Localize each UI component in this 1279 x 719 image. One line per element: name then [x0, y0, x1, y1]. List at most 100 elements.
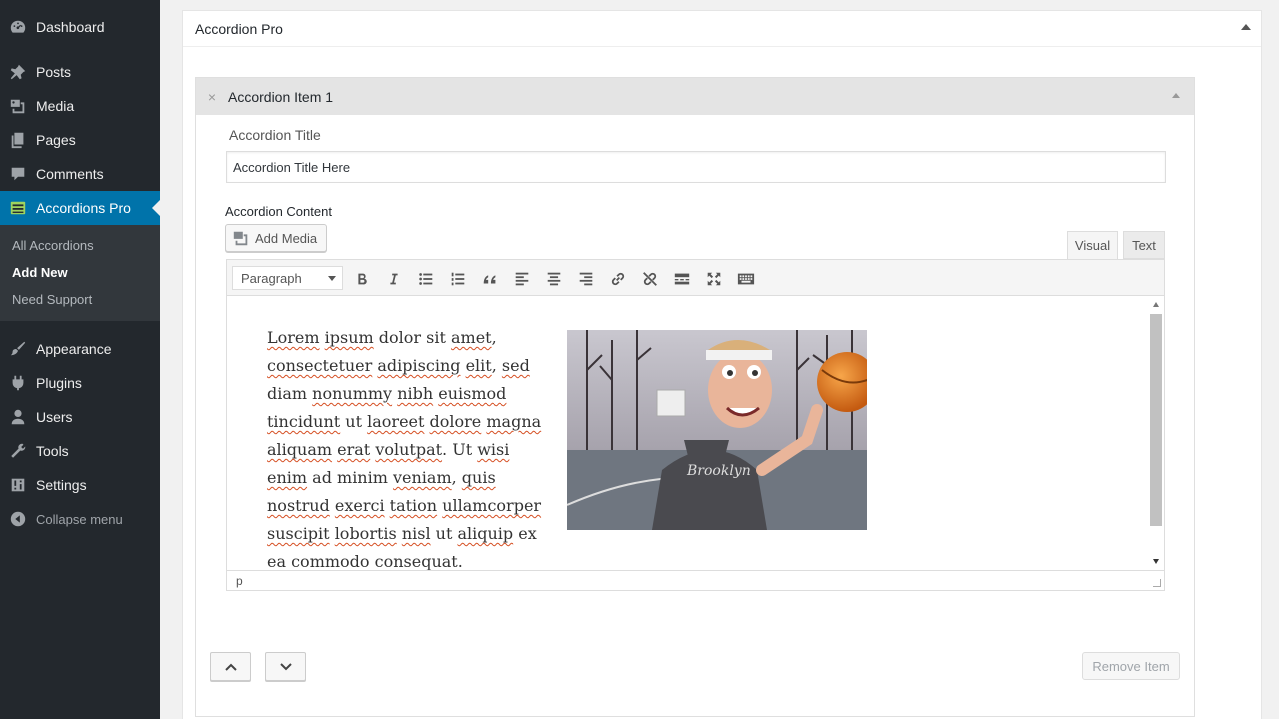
metabox-title-text: Accordion Pro — [195, 20, 283, 37]
element-path[interactable]: p — [236, 574, 243, 588]
insert-link-button[interactable] — [605, 266, 631, 292]
metabox-collapse-toggle-icon[interactable] — [1241, 24, 1251, 30]
editor-word: sed — [501, 356, 530, 375]
read-more-button[interactable] — [669, 266, 695, 292]
italic-button[interactable] — [381, 266, 407, 292]
collapse-menu-button[interactable]: Collapse menu — [0, 502, 160, 536]
menu-label: Appearance — [36, 341, 112, 357]
editor-word: . Ut — [442, 440, 478, 459]
menu-label: Accordions Pro — [36, 200, 131, 216]
menu-label: Users — [36, 409, 73, 425]
move-down-button[interactable] — [265, 652, 306, 681]
editor-paragraph[interactable]: Lorem ipsum dolor sit amet, consectetuer… — [267, 324, 552, 570]
plugin-icon — [0, 374, 36, 392]
editor-word: aliquam — [267, 440, 333, 459]
basketball-player-image[interactable]: Brooklyn — [567, 330, 867, 530]
menu-item-dashboard[interactable]: Dashboard — [0, 10, 160, 44]
admin-sidebar: Dashboard Posts Media Pages Comments Acc… — [0, 0, 160, 719]
close-icon[interactable]: × — [196, 89, 228, 105]
menu-label: Tools — [36, 443, 69, 459]
move-up-button[interactable] — [210, 652, 251, 681]
editor-word: amet — [450, 328, 492, 347]
editor-word: lobortis — [334, 524, 397, 543]
bold-button[interactable] — [349, 266, 375, 292]
align-right-icon — [579, 272, 593, 286]
brush-icon — [0, 340, 36, 358]
editor-content-area[interactable]: Lorem ipsum dolor sit amet, consectetuer… — [226, 296, 1165, 570]
collapse-icon — [0, 510, 36, 528]
menu-label: Settings — [36, 477, 87, 493]
menu-item-media[interactable]: Media — [0, 89, 160, 123]
editor-word: ullamcorper — [442, 496, 542, 515]
menu-item-plugins[interactable]: Plugins — [0, 366, 160, 400]
fullscreen-button[interactable] — [701, 266, 727, 292]
user-icon — [0, 408, 36, 426]
bullet-list-button[interactable] — [413, 266, 439, 292]
comment-icon — [0, 165, 36, 183]
accordion-item-title: Accordion Item 1 — [228, 88, 334, 105]
editor-word: , — [451, 468, 462, 487]
submenu-add-new[interactable]: Add New — [12, 265, 68, 280]
accordion-title-label: Accordion Title — [229, 127, 321, 143]
editor-word: exerci — [334, 496, 385, 515]
align-left-button[interactable] — [509, 266, 535, 292]
chevron-down-icon — [328, 276, 336, 281]
tab-visual[interactable]: Visual — [1067, 231, 1118, 259]
media-icon — [233, 231, 248, 246]
menu-item-users[interactable]: Users — [0, 400, 160, 434]
scroll-down-icon[interactable] — [1153, 559, 1159, 564]
italic-icon — [390, 273, 398, 285]
remove-item-button[interactable]: Remove Item — [1082, 652, 1180, 680]
metabox-title[interactable]: Accordion Pro — [183, 11, 1261, 47]
menu-item-tools[interactable]: Tools — [0, 434, 160, 468]
pin-icon — [0, 63, 36, 81]
editor-word: dolore — [429, 412, 482, 431]
editor-status-bar: p — [226, 570, 1165, 591]
format-select[interactable]: Paragraph — [232, 266, 343, 290]
align-center-icon — [547, 272, 561, 286]
numbered-list-button[interactable] — [445, 266, 471, 292]
editor-word: Lorem — [267, 328, 320, 347]
menu-item-comments[interactable]: Comments — [0, 157, 160, 191]
blockquote-button[interactable] — [477, 266, 503, 292]
editor-word: . — [457, 552, 463, 570]
accordion-title-input[interactable] — [226, 151, 1166, 183]
editor-word: elit — [465, 356, 492, 375]
editor-word: nisl — [401, 524, 431, 543]
accordion-item-header[interactable]: × Accordion Item 1 — [196, 78, 1194, 115]
editor-word: ad minim — [307, 468, 393, 487]
editor-word: adipiscing — [377, 356, 461, 375]
menu-label: Plugins — [36, 375, 82, 391]
scrollbar-thumb[interactable] — [1150, 314, 1162, 526]
editor-scrollbar[interactable] — [1150, 300, 1162, 566]
format-select-value: Paragraph — [241, 270, 302, 286]
align-right-button[interactable] — [573, 266, 599, 292]
collapse-label: Collapse menu — [36, 511, 123, 527]
scroll-up-icon[interactable] — [1153, 302, 1159, 307]
toolbar-toggle-button[interactable] — [733, 266, 759, 292]
tab-text[interactable]: Text — [1123, 231, 1165, 259]
menu-item-appearance[interactable]: Appearance — [0, 332, 160, 366]
menu-item-pages[interactable]: Pages — [0, 123, 160, 157]
editor-word: volutpat — [375, 440, 443, 459]
remove-link-button[interactable] — [637, 266, 663, 292]
menu-item-accordions-pro[interactable]: Accordions Pro — [0, 191, 160, 225]
chevron-up-icon — [224, 663, 237, 671]
menu-item-posts[interactable]: Posts — [0, 55, 160, 89]
item-collapse-toggle-icon[interactable] — [1172, 93, 1180, 98]
menu-item-settings[interactable]: Settings — [0, 468, 160, 502]
link-icon — [611, 272, 625, 286]
submenu-need-support[interactable]: Need Support — [12, 292, 92, 307]
add-media-button[interactable]: Add Media — [225, 224, 327, 252]
editor-word: enim — [267, 468, 308, 487]
unlink-icon — [643, 272, 657, 286]
resize-handle-icon[interactable] — [1153, 579, 1161, 587]
numbered-list-icon — [451, 272, 465, 286]
editor-word: diam — [267, 384, 313, 403]
editor-word: euismod — [438, 384, 507, 403]
align-left-icon — [515, 272, 529, 286]
editor-word: tation — [389, 496, 438, 515]
pages-icon — [0, 131, 36, 149]
submenu-all-accordions[interactable]: All Accordions — [12, 238, 94, 253]
align-center-button[interactable] — [541, 266, 567, 292]
